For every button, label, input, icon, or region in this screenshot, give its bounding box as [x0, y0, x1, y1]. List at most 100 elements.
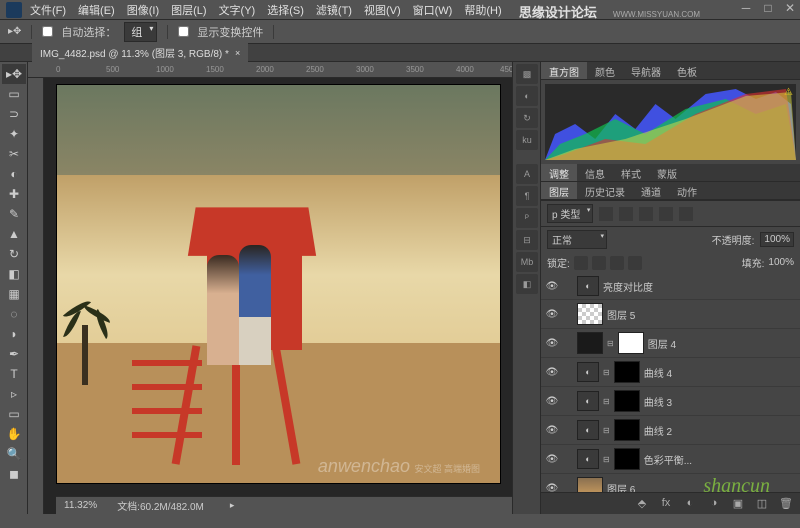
tab-color[interactable]: 颜色	[587, 62, 623, 79]
layer-row[interactable]: 👁图层 5	[541, 300, 800, 329]
tab-history[interactable]: 历史记录	[577, 182, 633, 199]
tab-adjustments[interactable]: 调整	[541, 164, 577, 181]
layer-visibility-icon[interactable]: 👁	[545, 307, 559, 321]
filter-icon[interactable]	[619, 207, 633, 221]
canvas-image[interactable]: anwenchao 安文超 高端婚图	[56, 84, 501, 484]
lock-pixels-icon[interactable]	[592, 256, 606, 270]
opacity-input[interactable]: 100%	[760, 232, 794, 247]
menu-type[interactable]: 文字(Y)	[219, 2, 256, 18]
tab-close-icon[interactable]: ×	[235, 48, 240, 58]
document-tab[interactable]: IMG_4482.psd @ 11.3% (图层 3, RGB/8) * ×	[32, 43, 248, 62]
layer-row[interactable]: 👁◐⊟曲线 4	[541, 358, 800, 387]
fill-input[interactable]: 100%	[768, 257, 794, 268]
tab-navigator[interactable]: 导航器	[623, 62, 669, 79]
tab-styles[interactable]: 样式	[613, 164, 649, 181]
lock-all-icon[interactable]	[628, 256, 642, 270]
layer-visibility-icon[interactable]: 👁	[545, 481, 559, 492]
history-brush-tool[interactable]: ↻	[2, 244, 26, 264]
dock-icon[interactable]: ▩	[516, 64, 538, 84]
path-tool[interactable]: ▹	[2, 384, 26, 404]
tab-channels[interactable]: 通道	[633, 182, 669, 199]
show-transform-checkbox[interactable]	[178, 26, 189, 37]
layer-row[interactable]: 👁◐亮度对比度	[541, 273, 800, 300]
layer-list[interactable]: 👁◐亮度对比度👁图层 5👁⊟图层 4👁◐⊟曲线 4👁◐⊟曲线 3👁◐⊟曲线 2👁…	[541, 273, 800, 492]
layer-visibility-icon[interactable]: 👁	[545, 365, 559, 379]
eyedropper-tool[interactable]: ◐	[2, 164, 26, 184]
menu-select[interactable]: 选择(S)	[267, 2, 304, 18]
filter-icon[interactable]	[679, 207, 693, 221]
menu-image[interactable]: 图像(I)	[127, 2, 159, 18]
blend-mode-dropdown[interactable]: 正常	[547, 230, 607, 249]
layer-visibility-icon[interactable]: 👁	[545, 279, 559, 293]
layer-fx-icon[interactable]: fx	[658, 497, 674, 511]
hand-tool[interactable]: ✋	[2, 424, 26, 444]
filter-icon[interactable]	[599, 207, 613, 221]
menu-window[interactable]: 窗口(W)	[413, 2, 453, 18]
tab-swatches[interactable]: 色板	[669, 62, 705, 79]
layer-row[interactable]: 👁◐⊟色彩平衡...	[541, 445, 800, 474]
layer-row[interactable]: 👁◐⊟曲线 2	[541, 416, 800, 445]
pen-tool[interactable]: ✒	[2, 344, 26, 364]
tab-info[interactable]: 信息	[577, 164, 613, 181]
move-tool[interactable]: ▸✥	[2, 64, 26, 84]
layer-kind-dropdown[interactable]: p 类型	[547, 204, 593, 223]
marquee-tool[interactable]: ▭	[2, 84, 26, 104]
wand-tool[interactable]: ✦	[2, 124, 26, 144]
brush-tool[interactable]: ✎	[2, 204, 26, 224]
color-swatch[interactable]: ◼	[2, 464, 26, 484]
zoom-tool[interactable]: 🔍	[2, 444, 26, 464]
layer-visibility-icon[interactable]: 👁	[545, 336, 559, 350]
menu-file[interactable]: 文件(F)	[30, 2, 66, 18]
maximize-button[interactable]: □	[762, 2, 774, 14]
type-tool[interactable]: T	[2, 364, 26, 384]
status-menu-icon[interactable]: ▸	[230, 500, 235, 511]
dock-icon[interactable]: ◐	[516, 86, 538, 106]
auto-select-dropdown[interactable]: 组	[124, 22, 157, 42]
tab-actions[interactable]: 动作	[669, 182, 705, 199]
dock-icon[interactable]: ⊟	[516, 230, 538, 250]
new-group-icon[interactable]: ▣	[730, 497, 746, 511]
minimize-button[interactable]: ─	[740, 2, 752, 14]
link-layers-icon[interactable]: ⬘	[634, 497, 650, 511]
new-adjustment-icon[interactable]: ◑	[706, 497, 722, 511]
zoom-level[interactable]: 11.32%	[64, 500, 97, 511]
shape-tool[interactable]: ▭	[2, 404, 26, 424]
lock-position-icon[interactable]	[610, 256, 624, 270]
layer-row[interactable]: 👁◐⊟曲线 3	[541, 387, 800, 416]
dock-icon[interactable]: Mb	[516, 252, 538, 272]
new-layer-icon[interactable]: ◫	[754, 497, 770, 511]
dock-icon[interactable]: ◧	[516, 274, 538, 294]
lasso-tool[interactable]: ⊃	[2, 104, 26, 124]
filter-icon[interactable]	[659, 207, 673, 221]
gradient-tool[interactable]: ▦	[2, 284, 26, 304]
layer-mask-icon[interactable]: ◐	[682, 497, 698, 511]
menu-edit[interactable]: 编辑(E)	[78, 2, 115, 18]
crop-tool[interactable]: ✂	[2, 144, 26, 164]
tab-histogram[interactable]: 直方图	[541, 62, 587, 79]
menu-layer[interactable]: 图层(L)	[171, 2, 206, 18]
healing-tool[interactable]: ✚	[2, 184, 26, 204]
blur-tool[interactable]: ◌	[2, 304, 26, 324]
tab-masks[interactable]: 蒙版	[649, 164, 685, 181]
tab-layers[interactable]: 图层	[541, 182, 577, 199]
layer-visibility-icon[interactable]: 👁	[545, 452, 559, 466]
layer-visibility-icon[interactable]: 👁	[545, 423, 559, 437]
layer-row[interactable]: 👁⊟图层 4	[541, 329, 800, 358]
filter-icon[interactable]	[639, 207, 653, 221]
close-button[interactable]: ✕	[784, 2, 796, 14]
menu-help[interactable]: 帮助(H)	[464, 2, 501, 18]
dock-icon[interactable]: ↻	[516, 108, 538, 128]
dock-icon[interactable]: ᴾ	[516, 208, 538, 228]
lock-transparency-icon[interactable]	[574, 256, 588, 270]
eraser-tool[interactable]: ◧	[2, 264, 26, 284]
menu-filter[interactable]: 滤镜(T)	[316, 2, 352, 18]
menu-view[interactable]: 视图(V)	[364, 2, 401, 18]
delete-layer-icon[interactable]: 🗑	[778, 497, 794, 511]
dock-icon[interactable]: ku	[516, 130, 538, 150]
dodge-tool[interactable]: ◗	[2, 324, 26, 344]
dock-icon[interactable]: ¶	[516, 186, 538, 206]
layer-visibility-icon[interactable]: 👁	[545, 394, 559, 408]
stamp-tool[interactable]: ▲	[2, 224, 26, 244]
dock-icon[interactable]: A	[516, 164, 538, 184]
auto-select-checkbox[interactable]	[42, 26, 53, 37]
